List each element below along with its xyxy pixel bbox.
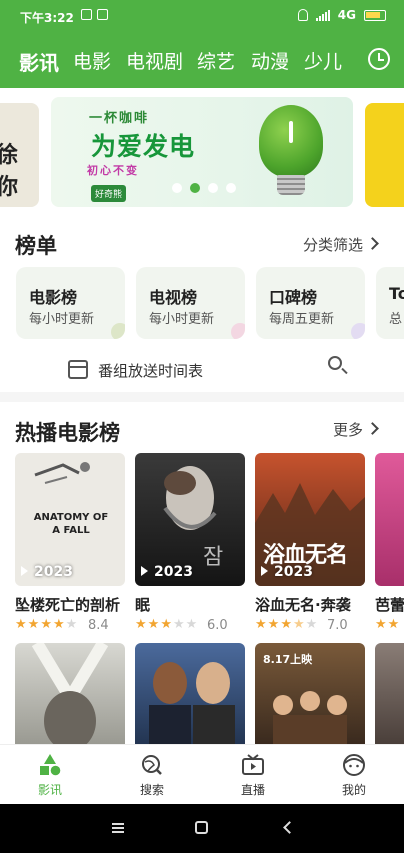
movie-poster[interactable] — [375, 453, 404, 586]
nav-label: 影讯 — [37, 783, 62, 797]
status-bar: 下午3:22 4G — [0, 0, 404, 32]
battery-icon — [364, 9, 386, 21]
ranking-card-reputation[interactable]: 口碑榜 每周五更新 — [256, 267, 365, 339]
play-icon — [261, 566, 268, 576]
calendar-icon[interactable] — [68, 360, 88, 379]
movie-poster[interactable] — [375, 643, 404, 744]
category-tabs: 影讯 电影 电视剧 综艺 动漫 少儿 — [0, 36, 404, 82]
rating-stars: ★ ★ ★ ★ ★ — [15, 617, 78, 632]
shapes-icon — [40, 754, 61, 776]
nav-label: 我的 — [341, 783, 366, 797]
poster-year: 2023 — [261, 564, 313, 580]
nav-live[interactable]: 直播 — [218, 745, 288, 805]
banner-subtitle: 初心不变 — [87, 164, 139, 177]
nav-label: 搜索 — [139, 783, 164, 797]
bulb-clock-hand — [289, 121, 293, 143]
search-icon[interactable] — [328, 356, 342, 370]
ranking-card-movie[interactable]: 电影榜 每小时更新 — [16, 267, 125, 339]
recent-apps-icon[interactable] — [112, 823, 124, 833]
status-time: 下午3:22 — [20, 11, 74, 25]
rating-stars: ★ ★ ★ ★ ★ — [135, 617, 198, 632]
poster-title-text: 잠 — [203, 545, 224, 570]
movie-poster[interactable]: 浴血无名 2023 — [255, 453, 365, 586]
poster-art — [149, 662, 235, 744]
card-decoration — [351, 323, 365, 339]
poster-title-text: ANATOMY OF A FALL — [33, 512, 109, 536]
ranking-card-subtitle: 总 — [389, 312, 403, 327]
banner-title: 为爱发电 — [91, 132, 196, 161]
ranking-card-subtitle: 每周五更新 — [269, 312, 335, 327]
movie-poster[interactable]: ANATOMY OF A FALL 2023 — [15, 453, 125, 586]
nav-profile[interactable]: 我的 — [319, 745, 389, 805]
ranking-card-title: 口碑榜 — [269, 288, 318, 307]
movie-title[interactable]: 浴血无名·奔袭 — [255, 594, 351, 615]
banner-dot[interactable] — [226, 183, 236, 193]
system-nav-bar — [0, 804, 404, 853]
network-type: 4G — [337, 8, 356, 22]
rating-stars: ★ ★ ★ ★ ★ — [255, 617, 318, 632]
ranking-card-tv[interactable]: 电视榜 每小时更新 — [136, 267, 245, 339]
search-globe-icon — [142, 755, 162, 775]
history-clock-icon[interactable] — [368, 48, 390, 70]
more-link[interactable]: 更多 — [333, 419, 363, 440]
banner-dot[interactable] — [172, 183, 182, 193]
tab-tv[interactable]: 电视剧 — [126, 47, 183, 74]
rankings-title: 榜单 — [15, 234, 57, 258]
bulb-base — [277, 175, 305, 195]
nav-search[interactable]: 搜索 — [117, 745, 187, 805]
banner-prev-text: 徐你 — [0, 143, 19, 200]
poster-year: 2023 — [141, 564, 193, 580]
app-notification-icon — [97, 9, 108, 20]
movie-title[interactable]: 芭蕾 — [375, 594, 404, 615]
nav-label: 直播 — [240, 783, 265, 797]
rating-stars: ★ ★ — [375, 617, 400, 632]
ranking-card-title: 电影榜 — [29, 288, 78, 307]
poster-art — [273, 691, 347, 744]
tab-variety[interactable]: 综艺 — [197, 47, 235, 74]
bottom-navigation: 影讯 搜索 直播 我的 — [0, 744, 404, 804]
schedule-link[interactable]: 番组放送时间表 — [98, 360, 203, 381]
banner-brand: 好奇熊 — [91, 185, 127, 202]
banner-tagline: 一杯咖啡 — [89, 111, 150, 126]
banner-dot-active[interactable] — [190, 183, 200, 193]
poster-art — [31, 643, 109, 744]
banner-dots — [172, 183, 236, 193]
banner-next[interactable] — [365, 103, 404, 207]
hot-movies-title: 热播电影榜 — [15, 421, 120, 445]
movie-poster[interactable] — [15, 643, 125, 744]
poster-year: 2023 — [21, 564, 73, 580]
ranking-card-title: To — [389, 284, 404, 303]
movie-poster[interactable] — [135, 643, 245, 744]
mute-icon — [297, 9, 308, 21]
ranking-card-subtitle: 每小时更新 — [149, 312, 215, 327]
ranking-card-subtitle: 每小时更新 — [29, 312, 95, 327]
nav-news[interactable]: 影讯 — [15, 745, 85, 805]
movie-poster[interactable]: 8.17上映 — [255, 643, 365, 744]
notification-icon — [81, 9, 92, 20]
tab-anime[interactable]: 动漫 — [251, 47, 289, 74]
signal-icon — [315, 9, 330, 21]
card-decoration — [111, 323, 125, 339]
back-icon[interactable] — [283, 821, 296, 834]
rating-score: 7.0 — [327, 618, 348, 633]
tab-news[interactable]: 影讯 — [19, 47, 59, 76]
rating-score: 6.0 — [207, 618, 228, 633]
movie-title[interactable]: 眠 — [135, 594, 150, 615]
movie-poster[interactable]: 잠 2023 — [135, 453, 245, 586]
ranking-card-title: 电视榜 — [149, 288, 198, 307]
play-icon — [141, 566, 148, 576]
rating-score: 8.4 — [88, 618, 109, 633]
card-decoration — [231, 323, 245, 339]
banner-prev[interactable]: 徐你 — [0, 103, 39, 207]
face-icon — [343, 754, 365, 776]
play-icon — [21, 566, 28, 576]
filter-link[interactable]: 分类筛选 — [303, 234, 363, 255]
tab-movies[interactable]: 电影 — [73, 47, 111, 74]
tab-kids[interactable]: 少儿 — [304, 47, 342, 74]
tv-icon — [242, 754, 264, 775]
home-icon[interactable] — [195, 821, 208, 834]
banner-dot[interactable] — [208, 183, 218, 193]
ranking-card-top[interactable]: To 总 — [376, 267, 404, 339]
movie-title[interactable]: 坠楼死亡的剖析 — [15, 594, 120, 615]
